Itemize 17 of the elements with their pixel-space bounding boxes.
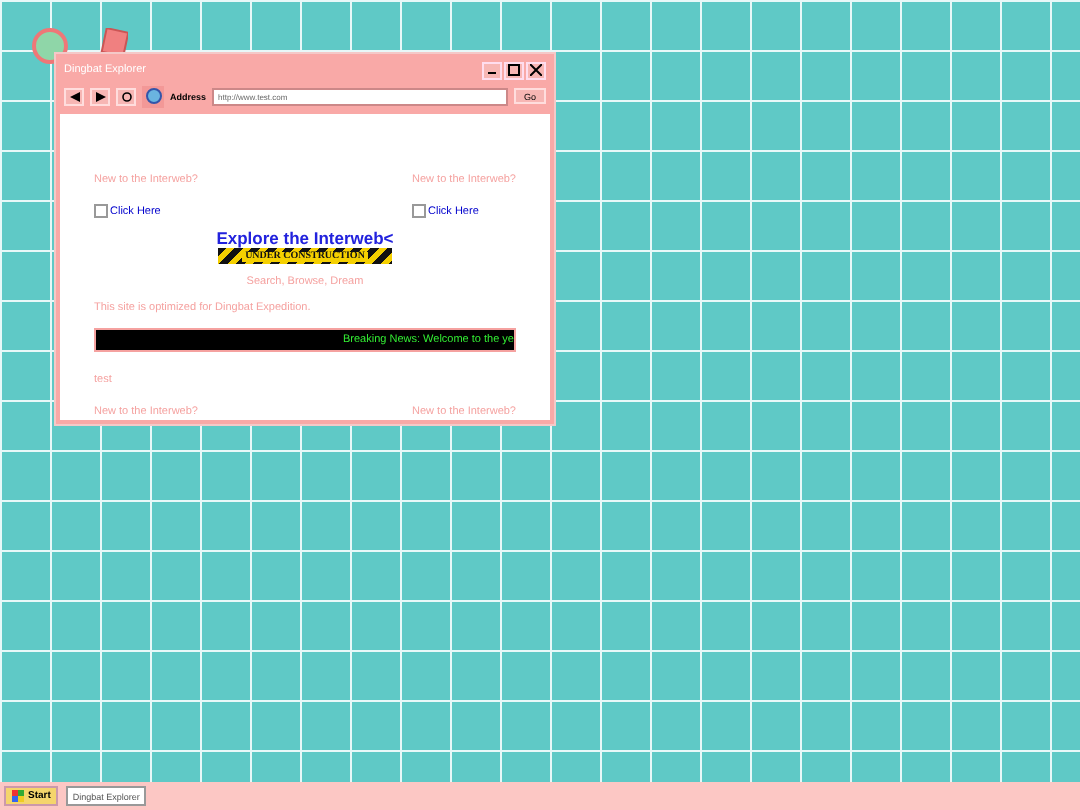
globe-icon [145,88,161,104]
broken-image-icon [412,204,427,218]
forward-arrow-icon [95,91,105,101]
minimize-button[interactable] [482,61,502,79]
maximize-button[interactable] [504,61,524,79]
forward-button[interactable] [90,87,110,105]
refresh-icon [121,91,131,101]
broken-image-icon [94,204,108,218]
close-icon [530,64,542,76]
close-button[interactable] [526,61,546,79]
back-arrow-icon [69,91,79,101]
back-button[interactable] [64,87,84,105]
maximize-icon [508,64,520,76]
refresh-button[interactable] [116,87,136,105]
home-button[interactable] [142,85,164,107]
page-heading: Explore the Interweb< [216,228,394,248]
windows-logo-icon [12,790,24,802]
